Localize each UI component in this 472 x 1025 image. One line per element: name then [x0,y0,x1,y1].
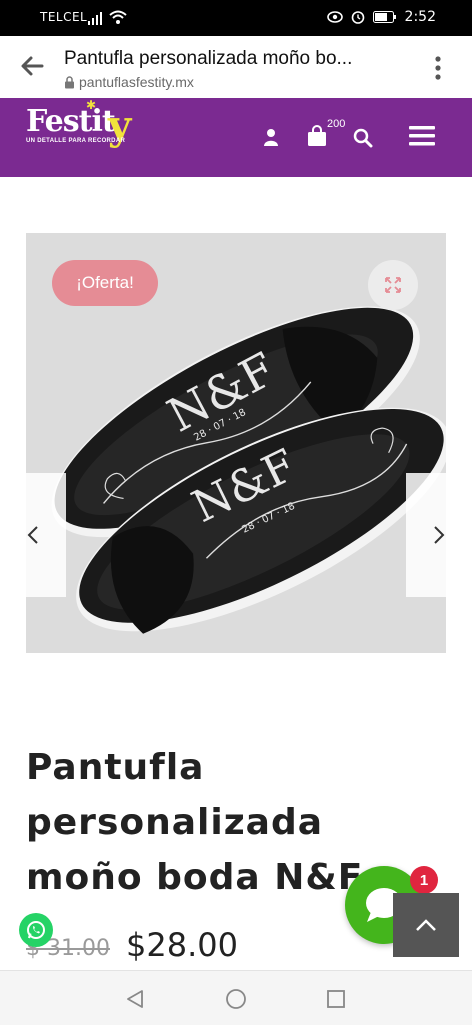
shopping-bag-icon[interactable] [306,125,328,147]
alarm-icon [351,11,364,24]
hamburger-menu-icon[interactable] [409,125,435,147]
browser-page-title[interactable]: Pantufla personalizada moño bo... [64,48,384,70]
system-nav-bar [0,970,472,1025]
url-text: pantuflasfestity.mx [79,74,194,90]
browser-url[interactable]: pantuflasfestity.mx [64,74,194,90]
status-bar: TELCEL 2:52 [0,0,472,36]
scroll-to-top-button[interactable] [393,893,459,957]
chat-notification-badge: 1 [410,866,438,894]
back-arrow-icon[interactable] [18,52,46,80]
site-logo[interactable]: Festit y ✱ UN DETALLE PARA RECORDAR [0,98,150,177]
cart-count-badge: 200 [327,118,346,130]
lock-icon [65,75,74,88]
clock-time: 2:52 [404,9,436,25]
logo-tagline: UN DETALLE PARA RECORDAR [26,138,126,144]
wifi-icon [109,10,127,24]
nav-home-icon[interactable] [225,988,247,1010]
user-icon[interactable] [263,128,279,146]
carrier-label: TELCEL [40,10,88,24]
fullscreen-icon [385,277,401,293]
battery-icon [372,11,396,23]
sale-badge: ¡Oferta! [52,260,158,306]
chevron-up-icon [416,919,436,931]
nav-recents-icon[interactable] [326,989,346,1009]
whatsapp-icon [27,921,45,939]
nav-back-icon[interactable] [124,988,146,1010]
search-icon[interactable] [353,128,373,148]
expand-image-button[interactable] [368,260,418,310]
prev-image-button[interactable] [0,473,66,597]
eye-icon [326,11,343,23]
browser-toolbar: Pantufla personalizada moño bo... pantuf… [0,36,472,99]
chevron-right-icon [434,526,445,544]
signal-icon [88,12,102,25]
logo-star-icon: ✱ [86,98,97,112]
next-image-button[interactable] [406,473,472,597]
logo-text: Festit [26,104,116,139]
sale-price: $28.00 [126,926,238,964]
more-vert-icon[interactable] [430,54,446,82]
site-header: Festit y ✱ UN DETALLE PARA RECORDAR 200 [0,98,472,177]
chevron-left-icon [27,526,38,544]
whatsapp-button[interactable] [19,913,53,947]
